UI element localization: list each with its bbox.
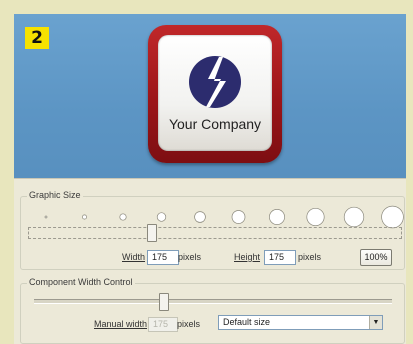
manual-width-unit: pixels: [177, 319, 201, 329]
graphic-size-slider-thumb[interactable]: [146, 224, 157, 242]
manual-width-input[interactable]: 175: [148, 317, 178, 332]
size-preview-circle: [306, 207, 325, 227]
graphic-size-slider-track[interactable]: [28, 227, 402, 239]
height-label: Height: [234, 252, 261, 262]
company-logo-tile: Your Company: [158, 35, 272, 151]
size-select-value: Default size: [223, 317, 271, 327]
component-width-slider-track[interactable]: [34, 299, 392, 304]
size-preview-circle: [156, 212, 167, 222]
width-label: Width: [122, 252, 146, 262]
component-width-label: Component Width Control: [27, 277, 135, 287]
chevron-down-icon[interactable]: ▼: [369, 316, 382, 329]
company-logo-mark-icon: [189, 56, 241, 108]
company-logo-frame: Your Company: [148, 25, 282, 163]
size-preview-circle: [44, 215, 48, 219]
height-unit: pixels: [298, 252, 322, 262]
percent-100-button[interactable]: 100%: [360, 249, 392, 266]
size-preview-circle: [82, 214, 87, 220]
manual-width-label: Manual width: [94, 319, 148, 329]
step-number-badge: 2: [25, 27, 49, 49]
size-preview-circle: [343, 206, 365, 228]
settings-panel: Graphic Size Width 175 pixels Height 175…: [14, 178, 406, 344]
height-input[interactable]: 175: [264, 250, 296, 265]
width-unit: pixels: [178, 252, 202, 262]
component-width-slider-thumb[interactable]: [158, 293, 169, 311]
size-preview-circle: [119, 213, 127, 221]
component-width-group: Component Width Control: [20, 277, 405, 344]
size-preview-circle: [381, 205, 404, 229]
company-name: Your Company: [168, 116, 262, 132]
size-preview-circle: [194, 211, 206, 223]
size-preview-circle: [269, 209, 285, 225]
size-select[interactable]: Default size ▼: [218, 315, 383, 330]
size-preview-circle: [231, 210, 246, 224]
width-input[interactable]: 175: [147, 250, 179, 265]
